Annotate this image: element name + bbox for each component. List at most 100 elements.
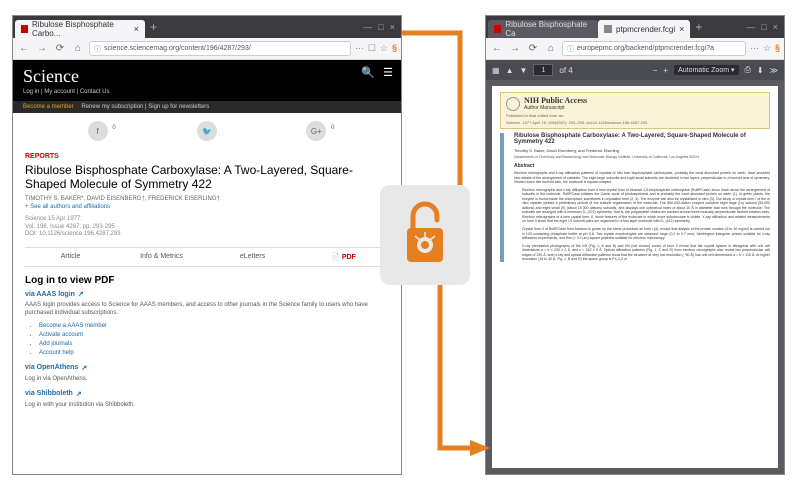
member-rest[interactable]: Renew my subscription | Sign up for news… bbox=[81, 104, 209, 110]
share-facebook[interactable]: f0 bbox=[88, 121, 108, 141]
more-icon[interactable]: ⋯ bbox=[355, 43, 364, 54]
pdf-page: NIH Public Access Author Manuscript Publ… bbox=[492, 86, 778, 468]
url-field[interactable]: ⓘ science.sciencemag.org/content/196/428… bbox=[89, 41, 351, 56]
share-twitter[interactable]: 🐦 bbox=[197, 121, 217, 141]
abstract-para-3: Crystal form II of RuBPCase from tobacco… bbox=[522, 227, 770, 241]
pdf-canvas-area[interactable]: NIH Public Access Author Manuscript Publ… bbox=[486, 80, 784, 474]
favicon-science bbox=[494, 25, 501, 33]
external-link-icon: ↗ bbox=[78, 290, 84, 298]
link-account-help[interactable]: Account help bbox=[39, 349, 389, 358]
back-button[interactable]: ← bbox=[17, 43, 31, 54]
tab-eletters[interactable]: eLetters bbox=[207, 248, 298, 266]
forward-button[interactable]: → bbox=[508, 43, 522, 54]
abstract-para-1: Electron micrographs and x-ray diffracti… bbox=[514, 171, 770, 185]
via-aaas-link[interactable]: via AAAS login↗ bbox=[25, 290, 389, 298]
close-icon[interactable]: × bbox=[134, 24, 139, 34]
page-down-icon[interactable]: ▼ bbox=[519, 66, 527, 75]
aaas-login-text: AAAS login provides access to Science fo… bbox=[25, 302, 389, 318]
pdf-affiliation: Departments of Chemistry and Bacteriolog… bbox=[514, 155, 770, 159]
link-become-member[interactable]: Become a AAAS member bbox=[39, 322, 389, 331]
article-meta: Science 15 Apr 1977: Vol. 196, Issue 428… bbox=[25, 216, 389, 239]
url-text: europepmc.org/backend/ptpmcrender.fcgi?a bbox=[577, 45, 714, 52]
member-banner: Become a member Renew my subscription | … bbox=[13, 101, 401, 113]
external-link-icon: ↗ bbox=[76, 390, 82, 398]
article-title: Ribulose Bisphosphate Carboxylase: A Two… bbox=[25, 163, 389, 192]
url-text: science.sciencemag.org/content/196/4287/… bbox=[104, 45, 251, 52]
page-number-input[interactable] bbox=[533, 64, 553, 76]
maximize-icon[interactable]: □ bbox=[761, 22, 766, 32]
reload-button[interactable]: ⟳ bbox=[526, 43, 540, 54]
close-window-icon[interactable]: × bbox=[390, 22, 395, 32]
bookmark-icon[interactable]: ☆ bbox=[763, 43, 771, 54]
abstract-para-4: X-ray precession photographs of the h0l … bbox=[522, 244, 770, 262]
window-controls: — □ × bbox=[746, 22, 782, 32]
become-member-link[interactable]: Become a member bbox=[23, 104, 74, 110]
new-tab-button[interactable]: + bbox=[690, 20, 707, 34]
favicon-pdf bbox=[604, 25, 612, 33]
browser-window-left: Ribulose Bisphosphate Carbo... × + — □ ×… bbox=[12, 15, 402, 475]
tab-science-right[interactable]: Ribulose Bisphosphate Ca bbox=[488, 20, 598, 38]
reload-button[interactable]: ⟳ bbox=[53, 43, 67, 54]
zoom-out-icon[interactable]: − bbox=[653, 66, 658, 75]
tab-pdf-viewer[interactable]: ptpmcrender.fcgi × bbox=[598, 20, 690, 38]
tab-bar: Ribulose Bisphosphate Ca ptpmcrender.fcg… bbox=[486, 16, 784, 38]
link-add-journals[interactable]: Add journals bbox=[39, 340, 389, 349]
home-button[interactable]: ⌂ bbox=[544, 43, 558, 54]
article-authors: TIMOTHY S. BAKER*, DAVID EISENBERG†, FRE… bbox=[25, 196, 389, 202]
hhs-seal-icon bbox=[506, 97, 520, 111]
tools-icon[interactable]: ≫ bbox=[770, 66, 778, 75]
nih-title: NIH Public Access bbox=[524, 96, 587, 105]
download-icon[interactable]: ⬇ bbox=[757, 66, 764, 75]
link-activate-account[interactable]: Activate account bbox=[39, 331, 389, 340]
url-field[interactable]: ⓘ europepmc.org/backend/ptpmcrender.fcgi… bbox=[562, 41, 746, 56]
tab-info-metrics[interactable]: Info & Metrics bbox=[116, 248, 207, 266]
pdf-article-title: Ribulose Bisphosphate Carboxylase: A Two… bbox=[514, 133, 770, 145]
share-googleplus[interactable]: G+0 bbox=[306, 121, 326, 141]
close-window-icon[interactable]: × bbox=[773, 22, 778, 32]
see-all-authors-link[interactable]: + See all authors and affiliations bbox=[25, 204, 389, 210]
maximize-icon[interactable]: □ bbox=[378, 22, 383, 32]
menu-icon[interactable]: ☰ bbox=[383, 66, 393, 79]
tab-article[interactable]: Article bbox=[25, 248, 116, 266]
lock-icon: ⓘ bbox=[567, 44, 574, 54]
zoom-in-icon[interactable]: + bbox=[663, 66, 668, 75]
reader-icon[interactable]: ☐ bbox=[368, 43, 376, 54]
tab-science[interactable]: Ribulose Bisphosphate Carbo... × bbox=[15, 20, 145, 38]
back-button[interactable]: ← bbox=[490, 43, 504, 54]
home-button[interactable]: ⌂ bbox=[71, 43, 85, 54]
openaccess-addon-icon[interactable]: § bbox=[392, 43, 397, 54]
forward-button[interactable]: → bbox=[35, 43, 49, 54]
bookmark-icon[interactable]: ☆ bbox=[380, 43, 388, 54]
openaccess-addon-icon[interactable]: § bbox=[775, 43, 780, 54]
print-icon[interactable]: ⎙ bbox=[745, 65, 751, 75]
via-shibboleth-link[interactable]: via Shibboleth↗ bbox=[25, 390, 389, 398]
pdf-viewer: ▦ ▲ ▼ of 4 − + Automatic Zoom ▾ ⎙ ⬇ ≫ NI… bbox=[486, 60, 784, 474]
favicon-science bbox=[21, 25, 28, 33]
external-link-icon: ↗ bbox=[81, 364, 87, 372]
minimize-icon[interactable]: — bbox=[363, 22, 372, 32]
science-header: Science Log in | My account | Contact Us… bbox=[13, 60, 401, 101]
science-login-line[interactable]: Log in | My account | Contact Us bbox=[23, 89, 391, 95]
tab-pdf[interactable]: 📄 PDF bbox=[298, 248, 389, 266]
page-up-icon[interactable]: ▲ bbox=[506, 66, 514, 75]
minimize-icon[interactable]: — bbox=[746, 22, 755, 32]
via-openathens-link[interactable]: via OpenAthens↗ bbox=[25, 364, 389, 372]
sidebar-toggle-icon[interactable]: ▦ bbox=[492, 66, 500, 75]
new-tab-button[interactable]: + bbox=[145, 20, 162, 34]
page-of-label: of 4 bbox=[559, 66, 572, 75]
abstract-heading: Abstract bbox=[514, 163, 770, 169]
zoom-select[interactable]: Automatic Zoom ▾ bbox=[674, 65, 738, 75]
search-icon[interactable]: 🔍 bbox=[361, 66, 375, 79]
pdf-authors: Timothy S. Baker, David Eisenberg, and F… bbox=[514, 148, 770, 153]
address-bar: ← → ⟳ ⌂ ⓘ europepmc.org/backend/ptpmcren… bbox=[486, 38, 784, 60]
window-controls: — □ × bbox=[363, 22, 399, 32]
login-links-list: Become a AAAS member Activate account Ad… bbox=[39, 322, 389, 358]
openathens-text: Log in via OpenAthens. bbox=[25, 376, 389, 384]
more-icon[interactable]: ⋯ bbox=[750, 43, 759, 54]
article-type: REPORTS bbox=[25, 153, 389, 160]
close-icon[interactable]: × bbox=[679, 24, 684, 34]
nih-subtitle: Author Manuscript bbox=[524, 105, 587, 111]
page-content: Science Log in | My account | Contact Us… bbox=[13, 60, 401, 474]
nih-meta1: Published in final edited form as: bbox=[506, 113, 764, 118]
nih-meta2: Science. 1977 April 15; 196(4287): 293–2… bbox=[506, 120, 764, 125]
